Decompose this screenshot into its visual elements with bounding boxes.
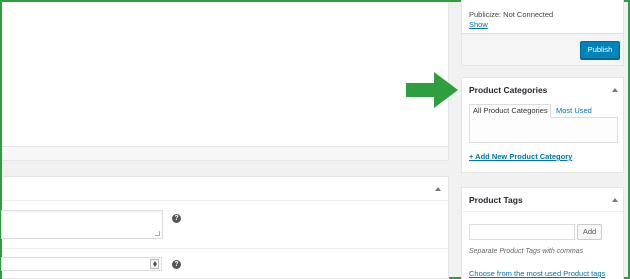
panel-title: Product Tags — [469, 195, 523, 205]
publish-box: Publicize: Not Connected Show Publish — [461, 0, 624, 66]
add-tag-button[interactable]: Add — [577, 224, 602, 240]
annotation-arrow-icon — [406, 72, 458, 108]
help-icon[interactable]: ? — [172, 260, 181, 269]
meta-textarea[interactable] — [1, 210, 163, 239]
publish-actions: Publish — [462, 33, 623, 65]
add-new-category-link[interactable]: + Add New Product Category — [469, 152, 572, 161]
editor-status-bar — [2, 147, 449, 161]
product-categories-panel: Product Categories All Product Categorie… — [461, 77, 624, 173]
product-meta-box: ? ? — [1, 176, 449, 279]
tab-all-product-categories[interactable]: All Product Categories — [469, 104, 551, 118]
post-editor-area[interactable] — [2, 2, 449, 147]
help-icon[interactable]: ? — [172, 214, 181, 223]
collapse-arrow-icon[interactable] — [612, 88, 618, 92]
publish-button[interactable]: Publish — [580, 41, 620, 59]
collapse-arrow-icon[interactable] — [435, 187, 441, 191]
resize-grip-icon[interactable] — [155, 231, 160, 236]
category-checklist[interactable] — [469, 117, 618, 143]
product-tags-panel: Product Tags Add Separate Product Tags w… — [461, 187, 624, 279]
category-tabs: All Product Categories Most Used — [469, 104, 618, 144]
tab-most-used[interactable]: Most Used — [556, 106, 592, 115]
meta-box-header[interactable] — [2, 177, 448, 201]
tag-hint: Separate Product Tags with commas — [469, 248, 584, 255]
tag-input[interactable] — [469, 224, 575, 240]
meta-number-field[interactable] — [1, 257, 162, 271]
choose-most-used-tags-link[interactable]: Choose from the most used Product tags — [469, 269, 605, 278]
panel-title: Product Categories — [469, 85, 548, 95]
collapse-arrow-icon[interactable] — [612, 198, 618, 202]
tag-divider — [462, 211, 623, 212]
publicize-status: Publicize: Not Connected — [469, 10, 554, 19]
spinner-arrows-icon[interactable] — [150, 259, 159, 269]
publicize-show-link[interactable]: Show — [469, 20, 488, 29]
divider — [2, 248, 448, 249]
